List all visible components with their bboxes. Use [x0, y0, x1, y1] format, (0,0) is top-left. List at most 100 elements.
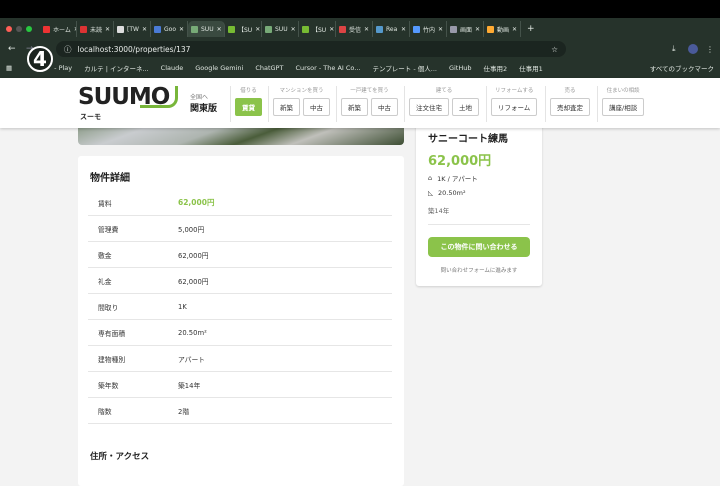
- close-tab-icon[interactable]: ✕: [401, 26, 406, 33]
- nav-group-label: 建てる: [435, 88, 453, 94]
- browser-tab[interactable]: 動画 ✕: [484, 21, 521, 37]
- detail-label: 管理費: [98, 225, 119, 234]
- favicon-icon: [376, 25, 383, 33]
- detail-label: 間取り: [98, 303, 119, 312]
- bookmark-item[interactable]: ChatGPT: [255, 64, 283, 72]
- detail-row: 築年数 築14年: [88, 372, 392, 398]
- nav-button[interactable]: 売却査定: [550, 98, 590, 116]
- close-tab-icon[interactable]: ✕: [512, 26, 517, 33]
- nav-group: 売る 売却査定: [545, 86, 594, 122]
- favicon-icon: [80, 25, 87, 33]
- browser-tab[interactable]: [TW ✕: [114, 21, 151, 37]
- bookmark-item[interactable]: Claude: [161, 64, 184, 72]
- star-icon[interactable]: ☆: [551, 45, 558, 54]
- window-controls[interactable]: [6, 26, 32, 32]
- close-tab-icon[interactable]: ✕: [105, 26, 110, 33]
- favicon-icon: [117, 25, 124, 33]
- inquire-note: 問い合わせフォームに進みます: [440, 268, 518, 274]
- close-tab-icon[interactable]: ✕: [291, 26, 296, 33]
- nav-group-label: 住まいの相談: [606, 88, 640, 94]
- close-tab-icon[interactable]: ✕: [438, 26, 443, 33]
- nav-group: マンションを買う 新築 中古: [268, 86, 334, 122]
- site-info-icon[interactable]: ⓘ: [64, 44, 72, 55]
- nav-button[interactable]: 講座/相談: [602, 98, 645, 116]
- back-icon[interactable]: ←: [8, 44, 16, 54]
- bookmark-item[interactable]: 仕事用1: [519, 63, 543, 73]
- bookmark-item[interactable]: Google Gemini: [195, 64, 243, 72]
- apps-icon[interactable]: ▦: [6, 64, 12, 72]
- close-tab-icon[interactable]: ✕: [329, 26, 334, 33]
- detail-row: 間取り 1K: [88, 294, 392, 320]
- tab-label: 受信: [349, 26, 362, 34]
- bookmark-item[interactable]: 仕事用2: [484, 63, 508, 73]
- inquire-button[interactable]: この物件に問い合わせる: [428, 237, 530, 257]
- screen-top: [0, 0, 720, 18]
- nav-button[interactable]: 新築: [273, 98, 300, 116]
- browser-tab[interactable]: 【SU ✕: [225, 21, 262, 37]
- browser-tab[interactable]: SUU ✕: [188, 21, 225, 37]
- tab-strip: ホーム✕未読✕[TW✕Goo✕SUU✕【SU✕SUU✕【SU✕受信✕Rea✕竹内…: [0, 20, 720, 38]
- bookmark-item[interactable]: カルテ | インターネ...: [84, 63, 149, 73]
- nav-button[interactable]: リフォーム: [491, 98, 538, 116]
- close-tab-icon[interactable]: ✕: [364, 26, 369, 33]
- browser-tab[interactable]: ホーム✕: [40, 21, 77, 37]
- close-tab-icon[interactable]: ✕: [475, 26, 480, 33]
- nav-button[interactable]: 中古: [371, 98, 398, 116]
- nav-group-label: 売る: [564, 88, 576, 94]
- close-tab-icon[interactable]: ✕: [142, 26, 147, 33]
- close-tab-icon[interactable]: ✕: [217, 26, 222, 33]
- detail-value: 62,000円: [178, 251, 209, 260]
- region-selector[interactable]: 全国へ 関東版: [190, 92, 217, 114]
- nav-button[interactable]: 中古: [303, 98, 330, 116]
- property-name: サニーコート練馬: [428, 134, 508, 145]
- browser-tab[interactable]: 【SU ✕: [299, 21, 336, 37]
- nav-button[interactable]: 注文住宅: [409, 98, 449, 116]
- divider: [428, 224, 530, 225]
- all-bookmarks[interactable]: すべてのブックマーク: [650, 63, 714, 73]
- tab-label: 【SU: [312, 26, 327, 34]
- property-photo: [78, 125, 404, 145]
- nav-button[interactable]: 賃貸: [235, 98, 262, 116]
- region-link[interactable]: 全国へ: [190, 92, 217, 101]
- detail-value: 2階: [178, 407, 190, 416]
- bookmark-item[interactable]: GitHub: [449, 64, 472, 72]
- bookmark-item[interactable]: Cursor - The AI Co...: [295, 64, 360, 72]
- area-icon: ◺: [428, 189, 433, 197]
- browser-tab[interactable]: Rea ✕: [373, 21, 410, 37]
- browser-tab[interactable]: 竹内 ✕: [410, 21, 447, 37]
- close-tab-icon[interactable]: ✕: [255, 26, 260, 33]
- browser-tab[interactable]: Goo ✕: [151, 21, 188, 37]
- area-text: 20.50m²: [438, 189, 466, 197]
- tab-label: SUU: [275, 25, 288, 33]
- nav-button[interactable]: 新築: [341, 98, 368, 116]
- browser-tab[interactable]: SUU ✕: [262, 21, 299, 37]
- new-tab-button[interactable]: +: [527, 24, 535, 34]
- detail-value: アパート: [178, 355, 206, 364]
- bookmark-item[interactable]: テンプレート - 個人...: [372, 63, 436, 73]
- age-text: 築14年: [428, 207, 450, 215]
- nav-group: 建てる注文住宅 土地: [404, 86, 483, 122]
- close-tab-icon[interactable]: ✕: [179, 26, 184, 33]
- layout-text: 1K / アパート: [437, 175, 478, 183]
- address-bar[interactable]: ⓘ localhost:3000/properties/137 ☆: [56, 41, 566, 57]
- detail-label: 階数: [98, 407, 112, 416]
- favicon-icon: [191, 25, 198, 33]
- browser-tab[interactable]: 画面 ✕: [447, 21, 484, 37]
- detail-value: 20.50m²: [178, 328, 207, 337]
- menu-icon[interactable]: ⋮: [706, 45, 714, 54]
- browser-tab[interactable]: 未読 ✕: [77, 21, 114, 37]
- detail-value: 5,000円: [178, 225, 205, 234]
- detail-value: 1K: [178, 302, 187, 311]
- detail-row: 礼金 62,000円: [88, 268, 392, 294]
- browser-tab[interactable]: 受信 ✕: [336, 21, 373, 37]
- browser-chrome: ホーム✕未読✕[TW✕Goo✕SUU✕【SU✕SUU✕【SU✕受信✕Rea✕竹内…: [0, 18, 720, 78]
- bookmark-item[interactable]: - Play: [54, 64, 72, 72]
- profile-avatar[interactable]: [688, 44, 698, 54]
- tab-label: 未読: [90, 26, 103, 34]
- favicon-icon: [43, 25, 50, 33]
- favicon-icon: [413, 25, 420, 33]
- download-icon[interactable]: ⤓: [672, 44, 676, 54]
- property-price: 62,000円: [428, 154, 492, 169]
- site-header: SUUMO スーモ 全国へ 関東版 借りる 賃貸 マンションを買う 新築 中古 一戸建てを買…: [0, 78, 720, 128]
- nav-button[interactable]: 土地: [452, 98, 479, 116]
